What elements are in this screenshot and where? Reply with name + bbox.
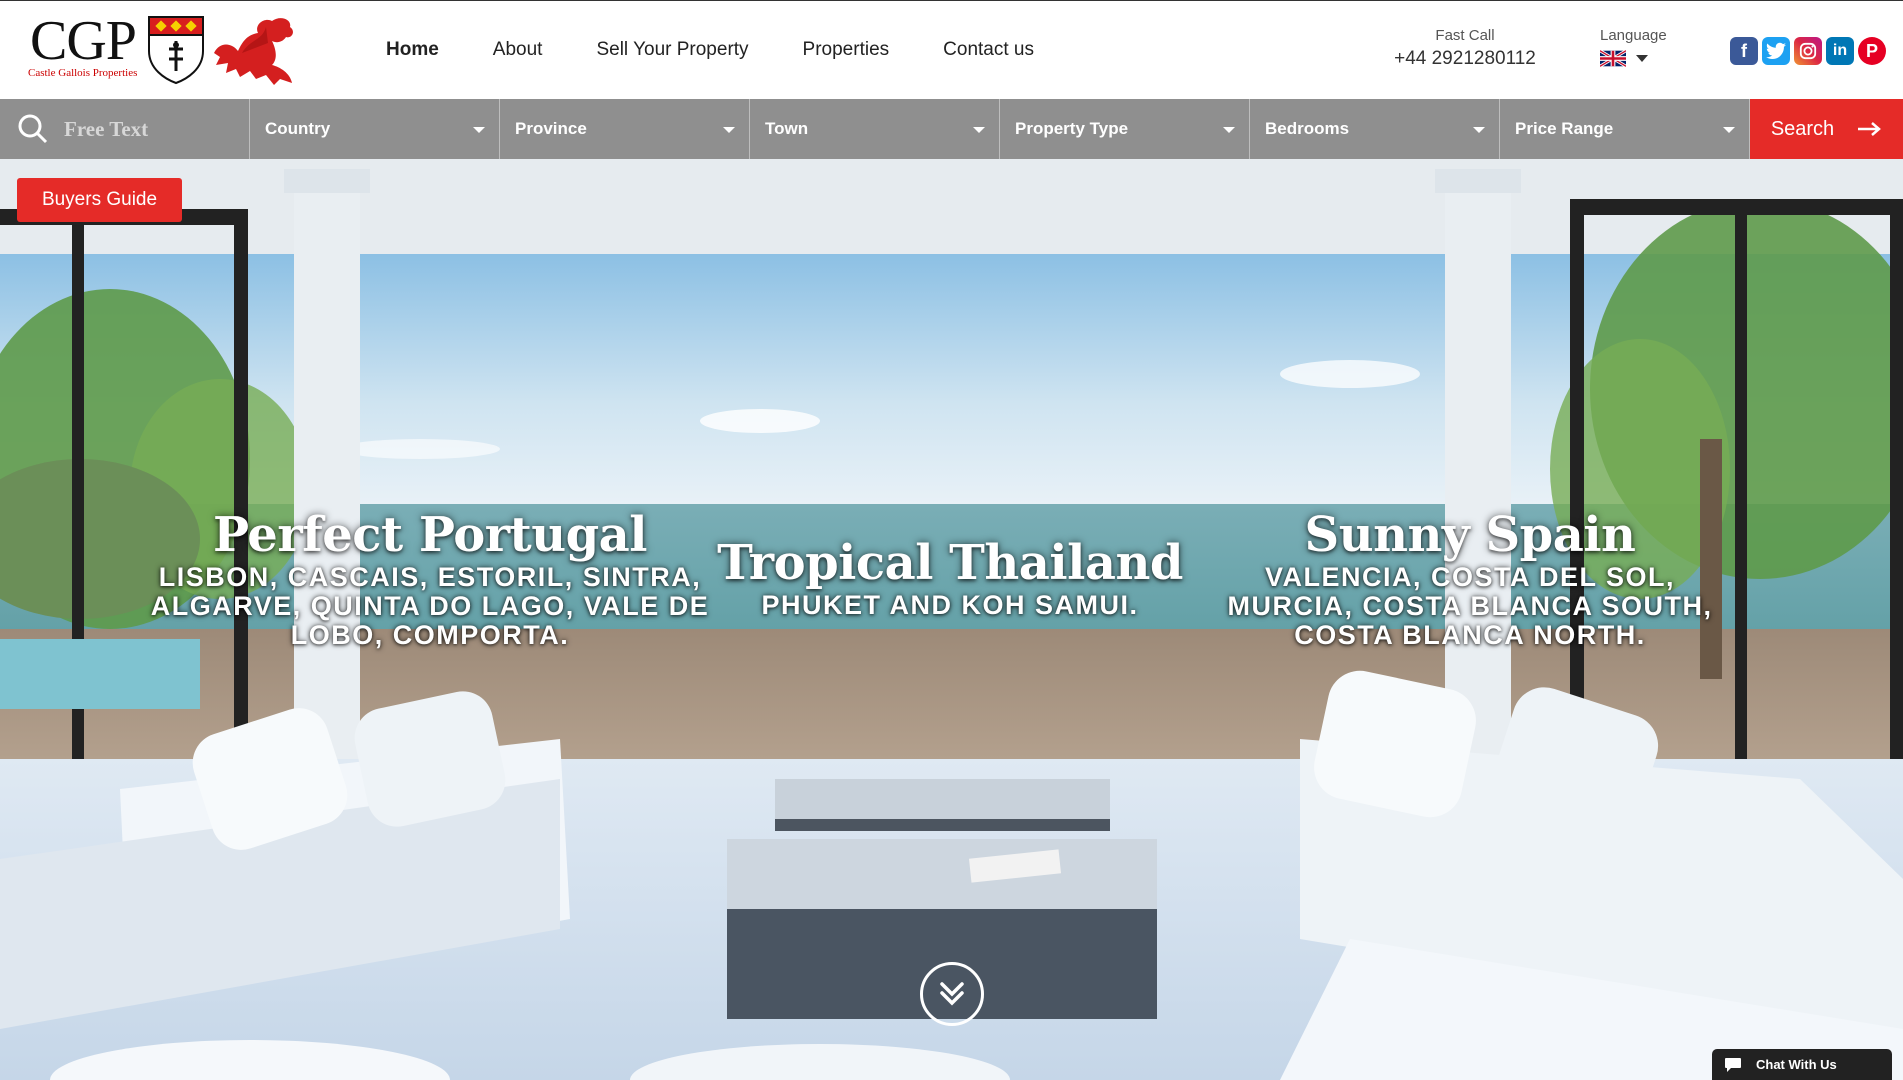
- destination-places: VALENCIA, COSTA DEL SOL, MURCIA, COSTA B…: [1227, 562, 1713, 650]
- dragon-icon: [214, 18, 293, 85]
- uk-flag-icon: [1600, 50, 1626, 67]
- facebook-icon[interactable]: f: [1730, 37, 1758, 65]
- town-dropdown[interactable]: Town: [750, 99, 1000, 159]
- shield-icon: [148, 16, 204, 85]
- chat-widget[interactable]: Chat With Us: [1712, 1049, 1892, 1080]
- buyers-guide-button[interactable]: Buyers Guide: [17, 178, 182, 222]
- country-label: Country: [265, 119, 331, 138]
- chat-label: Chat With Us: [1756, 1057, 1837, 1072]
- search-icon: [18, 114, 48, 144]
- nav-properties[interactable]: Properties: [803, 39, 890, 61]
- destination-thailand[interactable]: Tropical Thailand PHUKET AND KOH SAMUI.: [700, 535, 1200, 620]
- town-label: Town: [765, 119, 809, 138]
- nav-home[interactable]: Home: [386, 39, 439, 61]
- chat-bubble-icon: [1725, 1057, 1741, 1072]
- nav-about[interactable]: About: [493, 39, 543, 61]
- instagram-icon[interactable]: [1794, 37, 1822, 65]
- destination-title: Sunny Spain: [1304, 507, 1636, 563]
- logo-subtitle: Castle Gallois Properties: [28, 67, 138, 79]
- fast-call-label: Fast Call: [1435, 27, 1495, 44]
- property-search-bar: Country Province Town Property Type Bedr…: [0, 99, 1903, 159]
- double-chevron-down-icon: [940, 982, 964, 1006]
- twitter-icon[interactable]: [1762, 37, 1790, 65]
- language-selector: Language: [1600, 27, 1667, 67]
- search-button-label: Search: [1770, 117, 1835, 140]
- hero-banner: Perfect Portugal LISBON, CASCAIS, ESTORI…: [0, 159, 1903, 1080]
- chevron-down-icon: [1636, 55, 1648, 62]
- language-dropdown[interactable]: [1600, 50, 1667, 67]
- destination-portugal[interactable]: Perfect Portugal LISBON, CASCAIS, ESTORI…: [150, 507, 710, 650]
- price-range-label: Price Range: [1515, 119, 1614, 138]
- phone-number[interactable]: +44 2921280112: [1380, 48, 1550, 70]
- brand-logo[interactable]: CGP Castle Gallois Properties: [28, 13, 298, 88]
- free-text-input[interactable]: [62, 115, 242, 143]
- property-type-dropdown[interactable]: Property Type: [1000, 99, 1250, 159]
- price-range-dropdown[interactable]: Price Range: [1500, 99, 1750, 159]
- province-dropdown[interactable]: Province: [500, 99, 750, 159]
- main-nav: Home About Sell Your Property Properties…: [386, 39, 1088, 61]
- fast-call: Fast Call +44 2921280112: [1380, 27, 1550, 70]
- logo-text: CGP: [30, 10, 137, 72]
- site-header: CGP Castle Gallois Properties Home About…: [0, 0, 1903, 99]
- destination-title: Perfect Portugal: [212, 507, 648, 563]
- chevron-down-icon: [973, 127, 985, 133]
- destination-places: PHUKET AND KOH SAMUI.: [761, 590, 1139, 620]
- scroll-down-button[interactable]: [920, 962, 984, 1026]
- country-dropdown[interactable]: Country: [250, 99, 500, 159]
- nav-sell-your-property[interactable]: Sell Your Property: [596, 39, 748, 61]
- social-links: f in P: [1730, 37, 1886, 65]
- search-button[interactable]: Search: [1750, 99, 1903, 159]
- property-type-label: Property Type: [1015, 119, 1129, 138]
- free-text-search[interactable]: [0, 99, 250, 159]
- destination-places: LISBON, CASCAIS, ESTORIL, SINTRA, ALGARV…: [150, 562, 710, 650]
- destination-spain[interactable]: Sunny Spain VALENCIA, COSTA DEL SOL, MUR…: [1220, 507, 1720, 650]
- bedrooms-label: Bedrooms: [1265, 119, 1350, 138]
- nav-contact-us[interactable]: Contact us: [943, 39, 1034, 61]
- province-label: Province: [515, 119, 587, 138]
- destination-title: Tropical Thailand: [717, 535, 1183, 591]
- bedrooms-dropdown[interactable]: Bedrooms: [1250, 99, 1500, 159]
- chevron-down-icon: [1723, 127, 1735, 133]
- linkedin-icon[interactable]: in: [1826, 37, 1854, 65]
- language-label: Language: [1600, 27, 1667, 44]
- pinterest-icon[interactable]: P: [1858, 37, 1886, 65]
- arrow-right-icon: [1858, 122, 1882, 136]
- chevron-down-icon: [473, 127, 485, 133]
- chevron-down-icon: [1473, 127, 1485, 133]
- chevron-down-icon: [723, 127, 735, 133]
- chevron-down-icon: [1223, 127, 1235, 133]
